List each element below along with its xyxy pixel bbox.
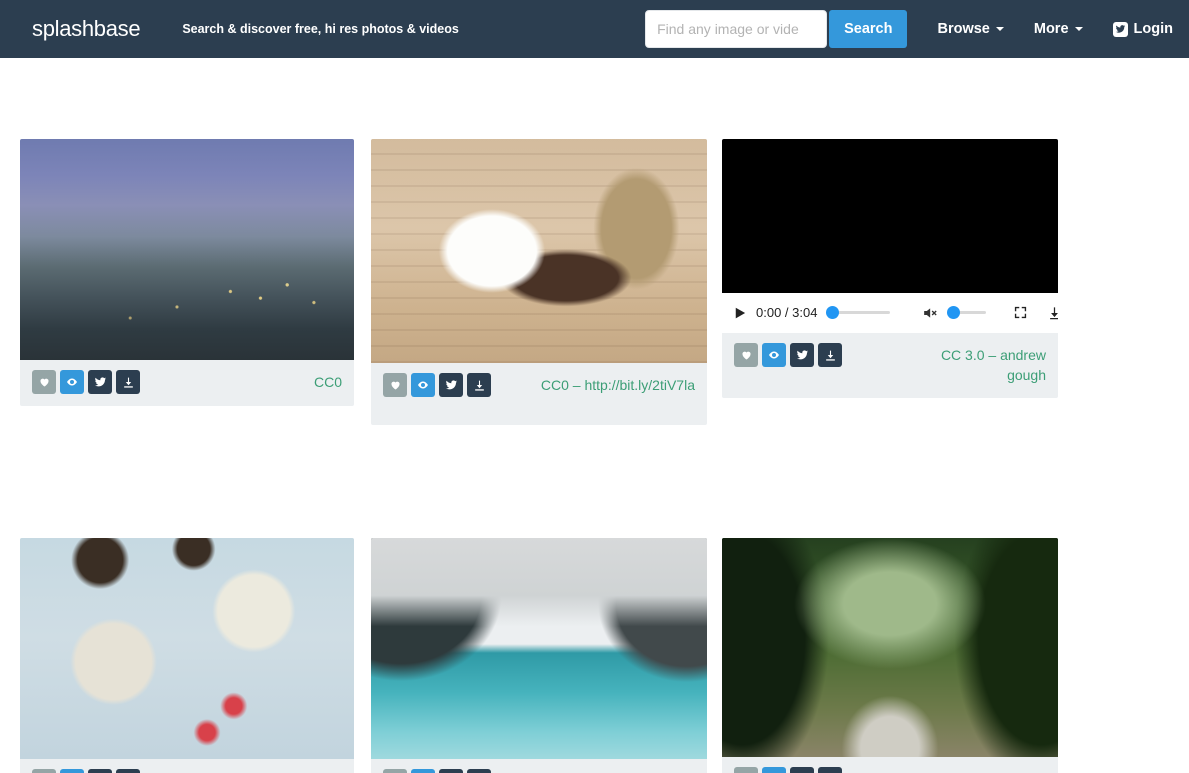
favorite-button[interactable] [32,769,56,773]
play-icon[interactable] [732,305,747,321]
view-button[interactable] [762,343,786,367]
tagline: Search & discover free, hi res photos & … [182,22,459,36]
video-download-icon[interactable] [1047,305,1058,321]
search-input[interactable] [645,10,828,48]
volume-slider[interactable] [947,306,987,320]
favorite-button[interactable] [32,370,56,394]
favorite-button[interactable] [383,373,407,397]
card-actions [734,767,842,773]
card-actions [734,343,842,367]
progress-track [832,311,891,314]
license-link[interactable]: http://bit.ly/2tiV7la [584,377,695,393]
view-button[interactable] [60,769,84,773]
tweet-button[interactable] [790,343,814,367]
card-footer: CC0 [20,360,354,406]
brand-logo[interactable]: splashbase [32,16,141,42]
download-button[interactable] [467,373,491,397]
nav-item-more-label: More [1033,21,1069,37]
card-image-coffee-beans[interactable] [371,139,707,363]
download-button[interactable] [467,769,491,773]
card-image-city-night[interactable] [20,139,354,360]
result-card[interactable]: CC0 – http://bit.ly/2tiV7la [371,139,707,425]
twitter-icon [1112,21,1128,37]
card-actions [32,370,140,394]
nav-item-browse-label: Browse [937,21,990,37]
download-button[interactable] [116,370,140,394]
video-time: 0:00 / 3:04 [756,305,818,320]
card-footer: CC0 – http://bit.ly/2tiV7la [371,363,707,425]
view-button[interactable] [411,373,435,397]
card-image-phone-lake[interactable] [371,538,707,759]
card-footer: CC0 [722,757,1058,773]
view-button[interactable] [411,769,435,773]
card-footer: CC0 [371,759,707,773]
license-text: CC0 – [540,377,585,393]
download-button[interactable] [116,769,140,773]
license-label[interactable]: CC0 – http://bit.ly/2tiV7la [541,373,695,395]
nav-item-more[interactable]: More [1034,21,1083,37]
download-button[interactable] [818,343,842,367]
top-navbar: splashbase Search & discover free, hi re… [0,0,1189,58]
card-actions [383,373,491,397]
result-card[interactable]: CC0 [20,139,354,406]
result-card[interactable]: CC0 [371,538,707,773]
search-button[interactable]: Search [829,10,908,48]
video-surface[interactable] [722,139,1058,293]
license-label[interactable]: CC0 [314,370,342,392]
tweet-button[interactable] [439,769,463,773]
chevron-down-icon [1074,27,1083,31]
download-button[interactable] [818,767,842,773]
license-label[interactable]: CC0 [314,769,342,773]
card-footer: CC0 [20,759,354,773]
volume-muted-icon[interactable] [921,305,938,321]
volume-knob[interactable] [947,306,961,319]
result-card[interactable]: CC0 [722,538,1058,773]
tweet-button[interactable] [439,373,463,397]
license-label[interactable]: CC0 [1018,767,1046,773]
favorite-button[interactable] [734,343,758,367]
progress-knob[interactable] [826,306,840,319]
tweet-button[interactable] [790,767,814,773]
nav-right-group: Search Browse More Login [645,10,1189,48]
favorite-button[interactable] [383,769,407,773]
video-controls: 0:00 / 3:04 [722,293,1058,333]
card-footer: CC 3.0 – andrew gough [722,333,1058,398]
tweet-button[interactable] [88,370,112,394]
tweet-button[interactable] [88,769,112,773]
fullscreen-icon[interactable] [1013,305,1028,320]
license-label[interactable]: CC0 [667,769,695,773]
card-actions [32,769,140,773]
login-button[interactable]: Login [1112,21,1173,37]
view-button[interactable] [60,370,84,394]
result-card-video[interactable]: 0:00 / 3:04 CC 3.0 – andrew gough [722,139,1058,398]
license-label[interactable]: CC 3.0 – andrew gough [926,343,1046,386]
card-actions [383,769,491,773]
chevron-down-icon [995,27,1004,31]
login-label: Login [1133,21,1173,37]
view-button[interactable] [762,767,786,773]
card-image-oak-road[interactable] [722,538,1058,757]
card-image-breakfast-bowls[interactable] [20,538,354,759]
favorite-button[interactable] [734,767,758,773]
result-card[interactable]: CC0 [20,538,354,773]
nav-item-browse[interactable]: Browse [937,21,1004,37]
video-progress-slider[interactable] [826,306,891,320]
